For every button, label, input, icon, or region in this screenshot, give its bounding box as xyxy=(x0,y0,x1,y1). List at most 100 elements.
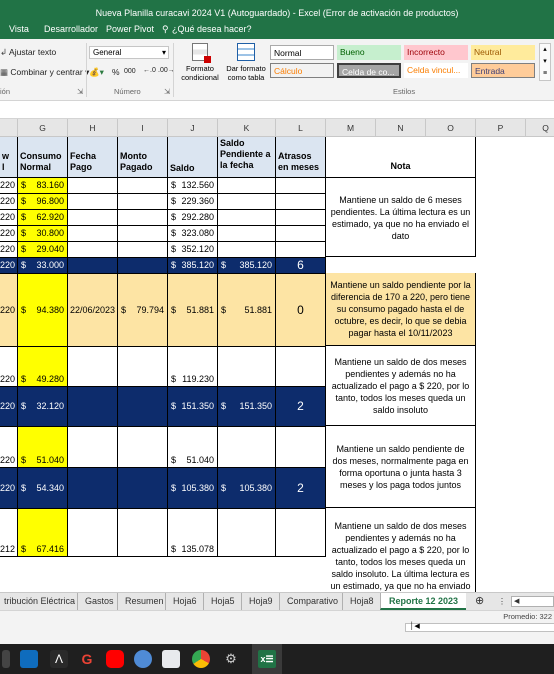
cell-l[interactable] xyxy=(276,427,326,468)
cell-g[interactable]: $30.800 xyxy=(18,226,68,242)
cell-l[interactable] xyxy=(276,178,326,194)
cell-l[interactable]: 2 xyxy=(276,468,326,509)
cell-f[interactable]: 220 xyxy=(0,427,18,468)
accounting-format-icon[interactable]: 💰▾ xyxy=(89,67,104,78)
cell-g[interactable]: $94.380 xyxy=(18,274,68,347)
cell-j[interactable]: $119.230 xyxy=(168,347,218,387)
style-normal[interactable]: Normal xyxy=(270,45,334,60)
style-neutral[interactable]: Neutral xyxy=(471,45,535,60)
header-monto-pagado[interactable]: Monto Pagado xyxy=(118,137,168,178)
cell-f[interactable]: 220 xyxy=(0,274,18,347)
cell-l[interactable] xyxy=(276,242,326,258)
format-as-table-button[interactable]: Dar formato como tabla xyxy=(224,43,268,95)
cell-k[interactable] xyxy=(218,242,276,258)
cell-g[interactable]: $33.000 xyxy=(18,258,68,274)
cell-h[interactable] xyxy=(68,226,118,242)
cell-h[interactable] xyxy=(68,468,118,509)
cell-k[interactable]: $151.350 xyxy=(218,387,276,427)
column-header[interactable]: G xyxy=(18,119,68,137)
cell-g[interactable]: $54.340 xyxy=(18,468,68,509)
cell-i[interactable] xyxy=(118,178,168,194)
cell-f[interactable]: 220 xyxy=(0,194,18,210)
cell-f[interactable]: 220 xyxy=(0,468,18,509)
cell-l[interactable] xyxy=(276,509,326,557)
percent-button[interactable]: % xyxy=(112,67,120,77)
cell-h[interactable] xyxy=(68,242,118,258)
cell-g[interactable]: $83.160 xyxy=(18,178,68,194)
cell-f[interactable]: 220 xyxy=(0,347,18,387)
tell-me-icon[interactable]: ⚲ xyxy=(162,24,169,35)
cell-i[interactable] xyxy=(118,347,168,387)
cell-j[interactable]: $229.360 xyxy=(168,194,218,210)
wrap-text-button[interactable]: ↲ Ajustar texto xyxy=(0,47,56,58)
column-header[interactable]: Q xyxy=(526,119,554,137)
column-header[interactable]: N xyxy=(376,119,426,137)
dialog-launcher-icon[interactable]: ⇲ xyxy=(164,87,170,96)
cell-i[interactable] xyxy=(118,468,168,509)
cell-k[interactable] xyxy=(218,226,276,242)
cell-i[interactable] xyxy=(118,242,168,258)
sheet-tab[interactable]: Hoja6 xyxy=(165,593,204,610)
cell-h[interactable] xyxy=(68,347,118,387)
cell-i[interactable] xyxy=(118,210,168,226)
cell-f[interactable]: 220 xyxy=(0,258,18,274)
cell-k[interactable] xyxy=(218,210,276,226)
cell-f[interactable]: 220 xyxy=(0,242,18,258)
cell-l[interactable] xyxy=(276,194,326,210)
cell-j[interactable]: $135.078 xyxy=(168,509,218,557)
cell-g[interactable]: $67.416 xyxy=(18,509,68,557)
style-calculo[interactable]: Cálculo xyxy=(270,63,334,78)
style-celda-vinculada[interactable]: Celda vincul... xyxy=(404,63,468,78)
style-bueno[interactable]: Bueno xyxy=(337,45,401,60)
cell-l[interactable]: 6 xyxy=(276,258,326,274)
cell-i[interactable] xyxy=(118,194,168,210)
column-header[interactable]: O xyxy=(426,119,476,137)
cell-f[interactable]: 220 xyxy=(0,178,18,194)
task-view-icon[interactable] xyxy=(2,650,10,668)
cell-h[interactable] xyxy=(68,210,118,226)
column-header[interactable]: P xyxy=(476,119,526,137)
cell-h[interactable] xyxy=(68,258,118,274)
cell-l[interactable] xyxy=(276,210,326,226)
cell-k[interactable] xyxy=(218,178,276,194)
cell-g[interactable]: $49.280 xyxy=(18,347,68,387)
sheet-tab[interactable]: tribución Eléctrica xyxy=(0,593,79,610)
cell-j[interactable]: $352.120 xyxy=(168,242,218,258)
cell-k[interactable]: $105.380 xyxy=(218,468,276,509)
spreadsheet-grid[interactable]: w l Consumo Normal Fecha Pago Monto Paga… xyxy=(0,137,554,592)
file-icon[interactable] xyxy=(162,650,180,668)
column-header[interactable]: J xyxy=(168,119,218,137)
cell-h[interactable] xyxy=(68,178,118,194)
cell-j[interactable]: $385.120 xyxy=(168,258,218,274)
tab-power-pivot[interactable]: Power Pivot xyxy=(106,24,154,34)
tab-desarrollador[interactable]: Desarrollador xyxy=(44,24,98,34)
cell-h[interactable] xyxy=(68,427,118,468)
excel-taskbar-button[interactable]: x☰ xyxy=(252,644,282,674)
tell-me-search[interactable]: ¿Qué desea hacer? xyxy=(172,24,252,34)
cell-i[interactable] xyxy=(118,258,168,274)
styles-scroll[interactable]: ▴ ▾ ≡ xyxy=(539,43,551,81)
formula-bar[interactable] xyxy=(0,101,554,119)
style-celda-comprobacion[interactable]: Celda de co... xyxy=(337,63,401,78)
page-scrollbar[interactable]: │◀ xyxy=(405,623,554,632)
cell-g[interactable]: $32.120 xyxy=(18,387,68,427)
cell-h[interactable] xyxy=(68,194,118,210)
style-entrada[interactable]: Entrada xyxy=(471,63,535,78)
cell-k[interactable]: $51.881 xyxy=(218,274,276,347)
cell-g[interactable]: $51.040 xyxy=(18,427,68,468)
google-icon[interactable]: G xyxy=(78,650,96,668)
cell-i[interactable] xyxy=(118,387,168,427)
column-header[interactable] xyxy=(0,119,18,137)
cell-i[interactable] xyxy=(118,509,168,557)
cell-k[interactable] xyxy=(218,194,276,210)
cell-j[interactable]: $51.881 xyxy=(168,274,218,347)
more-icon[interactable]: ⋮ xyxy=(498,593,506,610)
cell-g[interactable]: $96.800 xyxy=(18,194,68,210)
cell-h[interactable] xyxy=(68,509,118,557)
note-cell[interactable]: Mantiene un saldo de dos meses pendiente… xyxy=(326,508,476,592)
tool-icon[interactable]: ⚙ xyxy=(222,650,240,668)
sheet-tab[interactable]: Hoja9 xyxy=(241,593,280,610)
cell-i[interactable]: $79.794 xyxy=(118,274,168,347)
cell-i[interactable] xyxy=(118,226,168,242)
cell-l[interactable]: 0 xyxy=(276,274,326,347)
